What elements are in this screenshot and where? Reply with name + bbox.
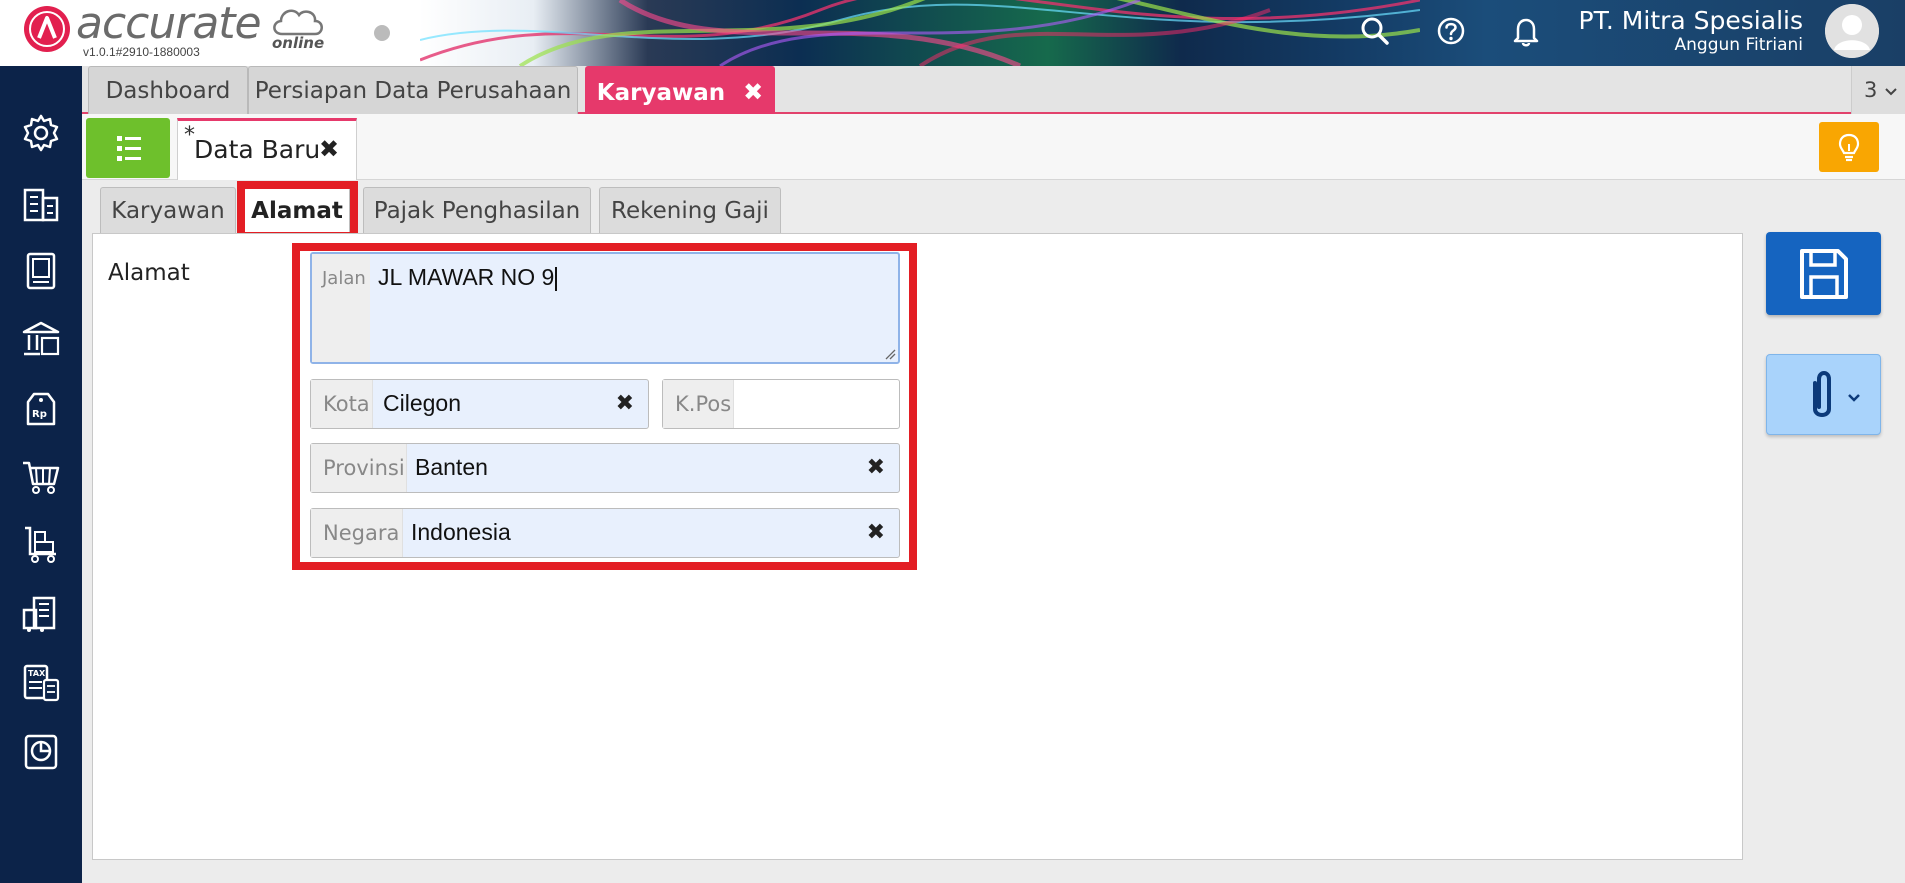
tab-data-baru[interactable]: * Data Baru ✖ [177,118,357,180]
doc-tab-label: Dashboard [105,78,231,104]
cloud-icon [273,9,323,36]
version-label: v1.0.1#2910-1880003 [83,45,200,59]
save-icon [1800,249,1848,299]
doc-tab-persiapan[interactable]: Persiapan Data Perusahaan [248,66,578,114]
tab-rekening-gaji[interactable]: Rekening Gaji [599,187,781,233]
tab-count: 3 [1864,78,1878,102]
tab-data-baru-label: Data Baru [194,135,321,164]
bank-icon[interactable] [20,318,62,360]
tax-icon[interactable]: TAX [20,662,62,704]
logo-a-icon [25,7,69,51]
list-icon [117,136,141,161]
app-header: accurate online v1.0.1#2910-1880003 PT. … [0,0,1905,66]
price-tag-icon[interactable]: Rp [20,388,62,430]
doc-tab-dashboard[interactable]: Dashboard [88,66,248,114]
company-name: PT. Mitra Spesialis [1578,6,1803,35]
brand-name: accurate [76,0,262,49]
header-decoration [420,0,1420,66]
svg-text:TAX: TAX [28,669,46,678]
tips-button[interactable] [1819,122,1879,172]
sidebar: Rp TAX [0,66,82,883]
tab-label: Karyawan [111,198,225,224]
close-icon[interactable]: ✖ [319,135,339,163]
bell-icon[interactable] [1509,14,1543,48]
lightbulb-icon [1838,133,1860,162]
paperclip-icon [1813,371,1860,417]
doc-tab-karyawan[interactable]: Karyawan ✖ [585,66,775,114]
sub-toolbar: * Data Baru ✖ [82,114,1905,180]
building-icon[interactable] [20,182,62,224]
user-name: Anggun Fitriani [1674,35,1804,55]
search-icon[interactable] [1358,14,1392,48]
gear-icon[interactable] [20,112,62,154]
tab-label: Pajak Penghasilan [373,198,581,224]
tab-count-dropdown[interactable]: 3 [1851,66,1905,114]
chevron-down-icon [1848,394,1860,402]
book-icon[interactable] [20,250,62,292]
highlight-box-tab [237,181,358,240]
attachment-button[interactable] [1766,354,1881,435]
tab-pajak-penghasilan[interactable]: Pajak Penghasilan [363,187,591,233]
doc-tab-label: Persiapan Data Perusahaan [254,78,572,104]
section-label-alamat: Alamat [108,260,190,286]
factory-icon[interactable] [20,592,62,634]
help-icon[interactable] [1434,14,1468,48]
document-tabs: Dashboard Persiapan Data Perusahaan Kary… [82,66,1905,114]
highlight-box-form [292,243,917,570]
cart-icon[interactable] [20,456,62,498]
save-button[interactable] [1766,232,1881,315]
chevron-down-icon [1885,88,1897,96]
company-info[interactable]: PT. Mitra Spesialis Anggun Fitriani [1579,6,1803,55]
tab-label: Rekening Gaji [611,198,769,224]
brand-sub: online [272,34,325,52]
tab-karyawan[interactable]: Karyawan [100,187,236,233]
avatar[interactable] [1825,4,1879,58]
close-icon[interactable]: ✖ [743,78,763,106]
shipping-cart-icon[interactable] [20,524,62,566]
doc-tab-label: Karyawan [596,80,726,106]
accurate-logo [24,6,70,52]
header-dot [374,25,390,41]
svg-text:Rp: Rp [32,409,47,420]
report-icon[interactable] [20,730,62,772]
avatar-icon [1825,4,1879,58]
list-button[interactable] [86,118,170,178]
